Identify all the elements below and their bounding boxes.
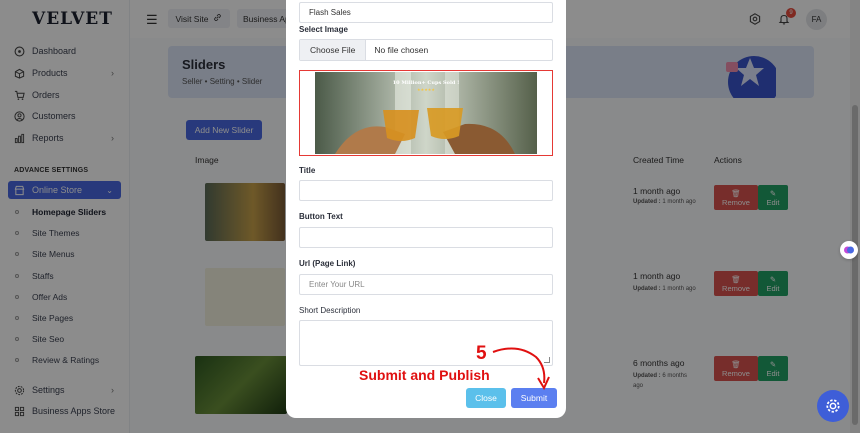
image-preview: 10 Million+ Cups Sold ! ★★★★★: [299, 70, 553, 156]
preview-caption: 10 Million+ Cups Sold !: [393, 80, 460, 86]
select-image-label: Select Image: [299, 25, 348, 34]
url-input[interactable]: Enter Your URL: [299, 274, 553, 295]
gear-icon: [826, 399, 840, 413]
annotation-text: Submit and Publish: [359, 367, 490, 383]
settings-fab-button[interactable]: [817, 390, 849, 422]
tea-cups-image: 10 Million+ Cups Sold ! ★★★★★: [315, 72, 537, 154]
button-text-input[interactable]: [299, 227, 553, 248]
file-input[interactable]: Choose File No file chosen: [299, 39, 553, 61]
url-label: Url (Page Link): [299, 259, 356, 268]
choose-file-button[interactable]: Choose File: [300, 40, 367, 60]
slider-name-input[interactable]: Flash Sales: [299, 2, 553, 23]
button-text-label: Button Text: [299, 212, 343, 221]
annotation-step-number: 5: [476, 343, 487, 364]
title-label: Title: [299, 166, 316, 175]
rating-stars-icon: ★★★★★: [417, 87, 435, 92]
title-input[interactable]: [299, 180, 553, 201]
brain-icon[interactable]: [840, 241, 858, 259]
short-description-label: Short Description: [299, 306, 361, 315]
file-status: No file chosen: [374, 45, 429, 55]
annotation-arrow-icon: [492, 347, 550, 391]
